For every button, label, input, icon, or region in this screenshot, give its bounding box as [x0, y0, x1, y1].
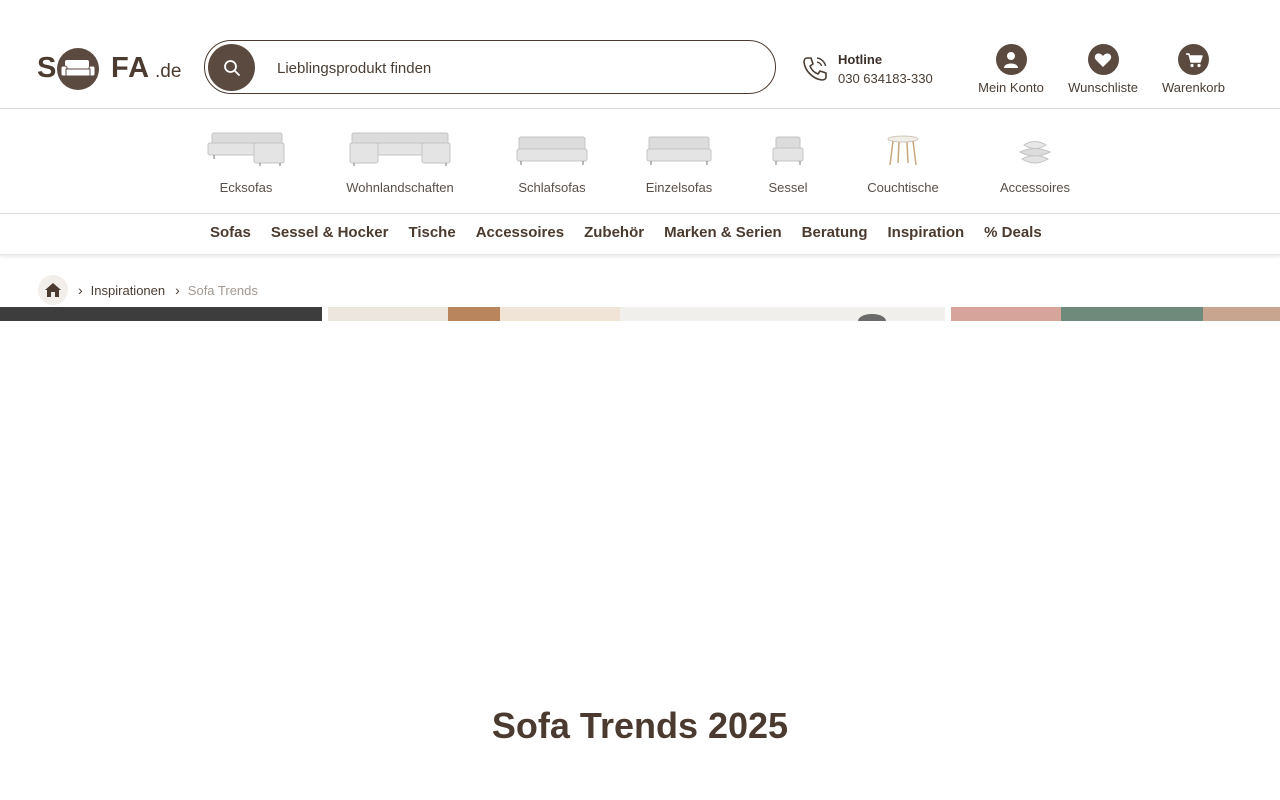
category-label: Schlafsofas [518, 180, 586, 195]
category-schlafsofas[interactable]: Schlafsofas [514, 127, 590, 195]
single-sofa-icon [642, 127, 716, 167]
home-icon [45, 283, 61, 297]
wishlist-link[interactable]: Wunschliste [1066, 44, 1140, 95]
hotline-number[interactable]: 030 634183-330 [838, 71, 933, 86]
cart-link[interactable]: Warenkorb [1160, 44, 1227, 95]
nav-item-sessel-hocker[interactable]: Sessel & Hocker [271, 224, 389, 241]
category-label: Couchtische [867, 180, 939, 195]
hotline-label: Hotline [838, 52, 883, 67]
logo-suffix: .de [155, 61, 182, 82]
user-icon [995, 44, 1027, 75]
chevron-right-icon: › [78, 282, 83, 298]
category-label: Accessoires [999, 180, 1071, 195]
category-wohnlandschaften[interactable]: Wohnlandschaften [340, 127, 460, 195]
breadcrumb-inspirationen[interactable]: Inspirationen [91, 283, 165, 298]
sectional-sofa-icon [340, 127, 460, 167]
account-label: Mein Konto [978, 80, 1044, 95]
category-label: Sessel [768, 180, 808, 195]
hotline[interactable]: Hotline 030 634183-330 [800, 50, 950, 90]
wishlist-label: Wunschliste [1068, 80, 1138, 95]
coffee-table-icon [862, 127, 944, 167]
nav-item-tische[interactable]: Tische [408, 224, 455, 241]
category-ecksofas[interactable]: Ecksofas [206, 127, 286, 195]
nav-item-sofas[interactable]: Sofas [210, 224, 251, 241]
sofa-bed-icon [514, 127, 590, 167]
category-strip: Ecksofas Wohnlandschaften Schlafsofas Ei… [0, 109, 1280, 214]
search-bar [204, 40, 776, 94]
page-title: Sofa Trends 2025 [491, 705, 789, 746]
chevron-right-icon: › [175, 282, 180, 298]
armchair-icon [766, 127, 810, 167]
category-label: Wohnlandschaften [346, 180, 454, 195]
breadcrumb-home[interactable] [38, 275, 68, 305]
nav-item-beratung[interactable]: Beratung [802, 224, 868, 241]
nav-item-deals[interactable]: % Deals [984, 224, 1042, 241]
category-couchtische[interactable]: Couchtische [862, 127, 944, 195]
breadcrumb-current: Sofa Trends [187, 282, 258, 298]
account-link[interactable]: Mein Konto [976, 44, 1046, 95]
logo[interactable]: S FA .de [37, 48, 182, 90]
cushions-icon [996, 127, 1074, 167]
logo-sofa-icon [57, 48, 99, 90]
corner-sofa-icon [206, 127, 286, 167]
nav-item-zubehoer[interactable]: Zubehör [584, 224, 644, 241]
site-header: S FA .de Hotline 030 634183-330 [0, 0, 1280, 109]
hero-image [0, 307, 1280, 321]
search-input[interactable] [275, 55, 759, 81]
nav-item-accessoires[interactable]: Accessoires [476, 224, 564, 241]
breadcrumb: › Inspirationen › Sofa Trends [38, 275, 258, 305]
nav-item-inspiration[interactable]: Inspiration [887, 224, 964, 241]
heart-icon [1087, 44, 1119, 75]
category-sessel[interactable]: Sessel [766, 127, 810, 195]
phone-icon [803, 57, 827, 81]
search-icon [223, 59, 240, 76]
logo-letters-fa: FA [111, 52, 151, 84]
category-label: Ecksofas [219, 180, 273, 195]
nav-item-marken-serien[interactable]: Marken & Serien [664, 224, 782, 241]
cart-icon [1178, 44, 1209, 75]
category-accessoires[interactable]: Accessoires [996, 127, 1074, 195]
cart-label: Warenkorb [1161, 80, 1226, 95]
search-button[interactable] [208, 44, 255, 91]
main-nav: Sofas Sessel & Hocker Tische Accessoires… [0, 214, 1280, 255]
category-label: Einzelsofas [645, 180, 713, 195]
category-einzelsofas[interactable]: Einzelsofas [642, 127, 716, 195]
